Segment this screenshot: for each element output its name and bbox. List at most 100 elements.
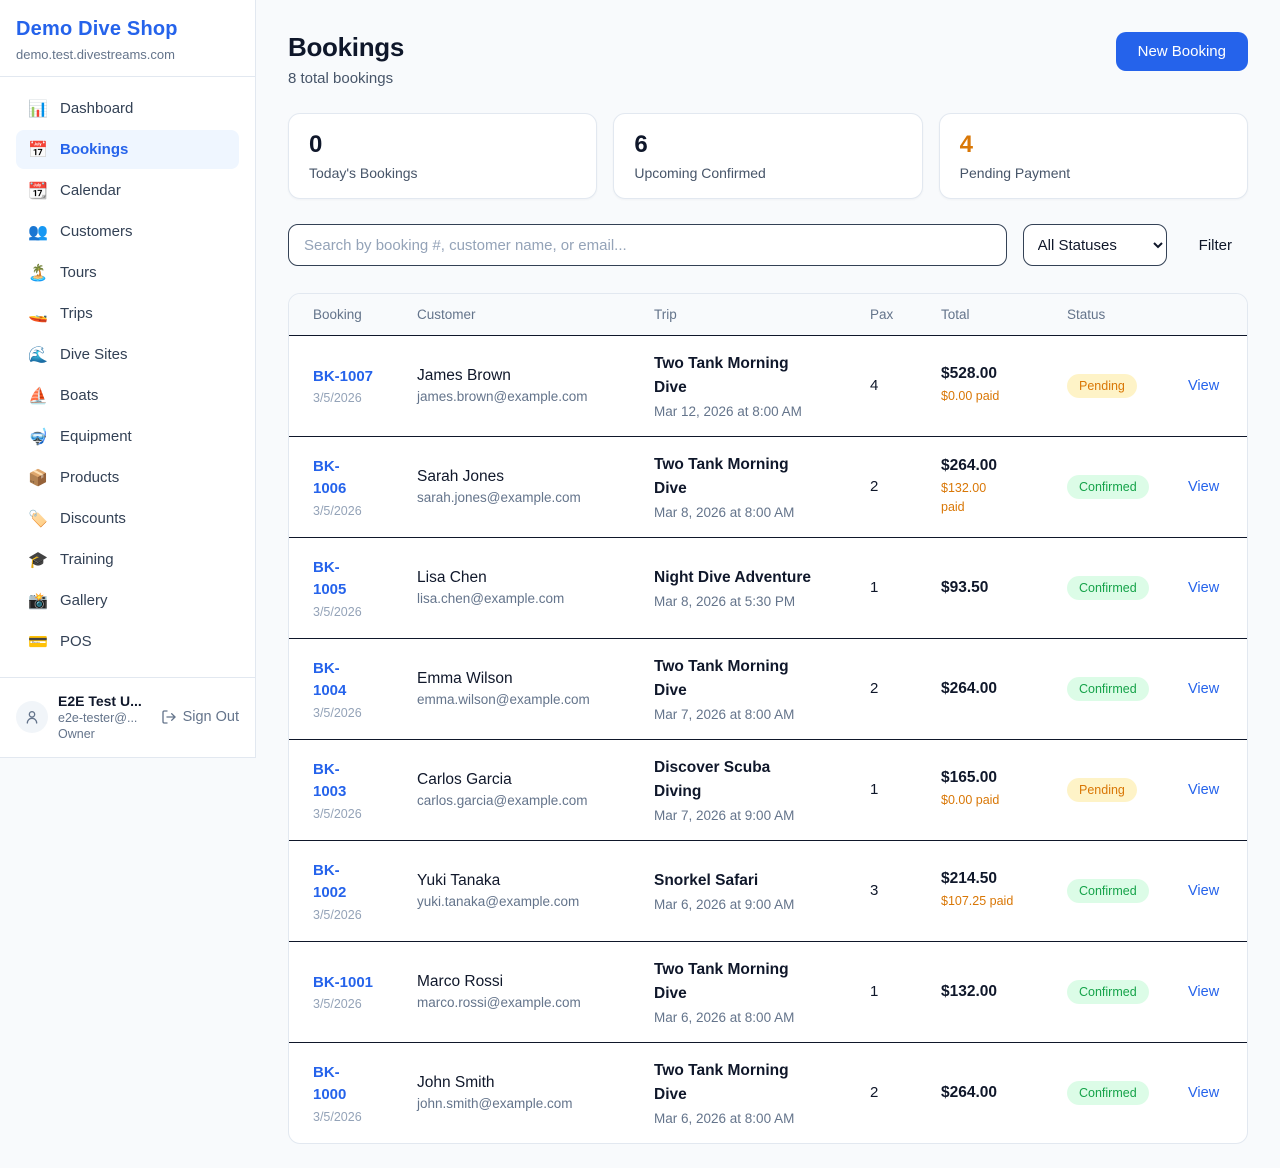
booking-link[interactable]: BK- 1000 (313, 1062, 346, 1107)
pos-icon: 💳 (28, 632, 48, 651)
sidebar-item-label: Training (60, 551, 114, 568)
total-cell: $165.00$0.00 paid (925, 739, 1051, 840)
view-link[interactable]: View (1188, 580, 1219, 596)
total-amount: $264.00 (941, 1084, 1035, 1102)
trip-cell: Two Tank Morning DiveMar 6, 2026 at 8:00… (638, 941, 854, 1042)
status-badge: Confirmed (1067, 576, 1149, 600)
sidebar-item-equipment[interactable]: 🤿Equipment (16, 417, 239, 456)
sidebar-item-label: Products (60, 469, 119, 486)
customer-name: Marco Rossi (417, 973, 622, 991)
view-link[interactable]: View (1188, 782, 1219, 798)
bookings-table-card: BookingCustomerTripPaxTotalStatus BK-100… (288, 293, 1248, 1144)
calendar-icon: 📆 (28, 181, 48, 200)
user-role: Owner (58, 726, 151, 742)
booking-link[interactable]: BK- 1004 (313, 658, 346, 703)
sidebar-item-label: Discounts (60, 510, 126, 527)
sidebar-item-bookings[interactable]: 📅Bookings (16, 130, 239, 169)
customer-email: carlos.garcia@example.com (417, 793, 622, 808)
sidebar-item-label: Calendar (60, 182, 121, 199)
customer-email: lisa.chen@example.com (417, 591, 622, 606)
status-filter-select[interactable]: All Statuses (1023, 224, 1167, 266)
sidebar-item-discounts[interactable]: 🏷️Discounts (16, 499, 239, 538)
booking-date: 3/5/2026 (313, 391, 385, 405)
total-amount: $93.50 (941, 579, 1035, 597)
stat-value: 0 (309, 131, 576, 159)
sidebar-item-gallery[interactable]: 📸Gallery (16, 581, 239, 620)
view-link[interactable]: View (1188, 984, 1219, 1000)
table-row: BK- 10043/5/2026Emma Wilsonemma.wilson@e… (289, 638, 1247, 739)
total-amount: $214.50 (941, 870, 1035, 888)
status-badge: Confirmed (1067, 879, 1149, 903)
dashboard-icon: 📊 (28, 99, 48, 118)
pax-cell: 2 (854, 1042, 925, 1143)
view-link[interactable]: View (1188, 1085, 1219, 1101)
sidebar: Demo Dive Shop demo.test.divestreams.com… (0, 0, 256, 758)
new-booking-button[interactable]: New Booking (1116, 32, 1248, 71)
view-cell: View (1172, 1042, 1247, 1143)
stat-card-1: 0 Today's Bookings (288, 113, 597, 199)
filter-button[interactable]: Filter (1183, 237, 1248, 254)
amount-paid: $107.25 paid (941, 892, 1035, 910)
booking-link[interactable]: BK-1001 (313, 972, 373, 995)
customer-cell: Yuki Tanakayuki.tanaka@example.com (401, 840, 638, 941)
sidebar-item-pos[interactable]: 💳POS (16, 622, 239, 661)
view-link[interactable]: View (1188, 681, 1219, 697)
customer-email: marco.rossi@example.com (417, 995, 622, 1010)
customer-name: Sarah Jones (417, 468, 622, 486)
search-input[interactable] (288, 224, 1007, 266)
customer-name: Emma Wilson (417, 670, 622, 688)
products-icon: 📦 (28, 468, 48, 487)
status-cell: Confirmed (1051, 840, 1172, 941)
sidebar-item-dashboard[interactable]: 📊Dashboard (16, 89, 239, 128)
booking-link[interactable]: BK- 1005 (313, 557, 346, 602)
bookings-icon: 📅 (28, 140, 48, 159)
column-header: Booking (289, 294, 401, 335)
booking-link[interactable]: BK- 1003 (313, 759, 346, 804)
view-link[interactable]: View (1188, 378, 1219, 394)
customer-email: james.brown@example.com (417, 389, 622, 404)
page-header: Bookings 8 total bookings New Booking (288, 32, 1248, 87)
total-cell: $528.00$0.00 paid (925, 335, 1051, 436)
sidebar-item-calendar[interactable]: 📆 Calendar (16, 171, 239, 210)
stat-label: Today's Bookings (309, 165, 576, 181)
sidebar-item-tours[interactable]: 🏝️Tours (16, 253, 239, 292)
view-cell: View (1172, 941, 1247, 1042)
booking-date: 3/5/2026 (313, 504, 385, 518)
view-link[interactable]: View (1188, 479, 1219, 495)
pax-cell: 4 (854, 335, 925, 436)
column-header: Status (1051, 294, 1172, 335)
booking-date: 3/5/2026 (313, 605, 385, 619)
bookings-table: BookingCustomerTripPaxTotalStatus BK-100… (289, 294, 1247, 1143)
booking-cell: BK-1007 3/5/2026 (289, 335, 401, 436)
table-row: BK- 10053/5/2026Lisa Chenlisa.chen@examp… (289, 537, 1247, 638)
brand: Demo Dive Shop demo.test.divestreams.com (0, 0, 255, 77)
view-cell: View (1172, 335, 1247, 436)
booking-link[interactable]: BK- 1002 (313, 860, 346, 905)
booking-cell: BK- 10003/5/2026 (289, 1042, 401, 1143)
trip-date: Mar 12, 2026 at 8:00 AM (654, 404, 838, 419)
table-row: BK- 10063/5/2026Sarah Jonessarah.jones@e… (289, 436, 1247, 537)
pax-cell: 1 (854, 537, 925, 638)
customer-cell: Marco Rossi marco.rossi@example.com (401, 941, 638, 1042)
total-cell: $93.50 (925, 537, 1051, 638)
sidebar-item-products[interactable]: 📦 Products (16, 458, 239, 497)
sidebar-item-trips[interactable]: 🚤Trips (16, 294, 239, 333)
status-cell: Confirmed (1051, 941, 1172, 1042)
sidebar-item-customers[interactable]: 👥Customers (16, 212, 239, 251)
stat-card-2: 6Upcoming Confirmed (613, 113, 922, 199)
sidebar-item-dive-sites[interactable]: 🌊Dive Sites (16, 335, 239, 374)
customer-name: James Brown (417, 367, 622, 385)
equipment-icon: 🤿 (28, 427, 48, 446)
view-cell: View (1172, 537, 1247, 638)
view-link[interactable]: View (1188, 883, 1219, 899)
booking-link[interactable]: BK- 1006 (313, 456, 346, 501)
status-cell: Pending (1051, 335, 1172, 436)
sidebar-item-boats[interactable]: ⛵Boats (16, 376, 239, 415)
sidebar-item-training[interactable]: 🎓Training (16, 540, 239, 579)
pax-cell: 1 (854, 739, 925, 840)
customer-cell: Carlos Garciacarlos.garcia@example.com (401, 739, 638, 840)
column-header: Total (925, 294, 1051, 335)
sign-out-button[interactable]: Sign Out (161, 709, 239, 725)
booking-link[interactable]: BK-1007 (313, 366, 373, 389)
trip-name: Two Tank Morning Dive (654, 352, 838, 400)
